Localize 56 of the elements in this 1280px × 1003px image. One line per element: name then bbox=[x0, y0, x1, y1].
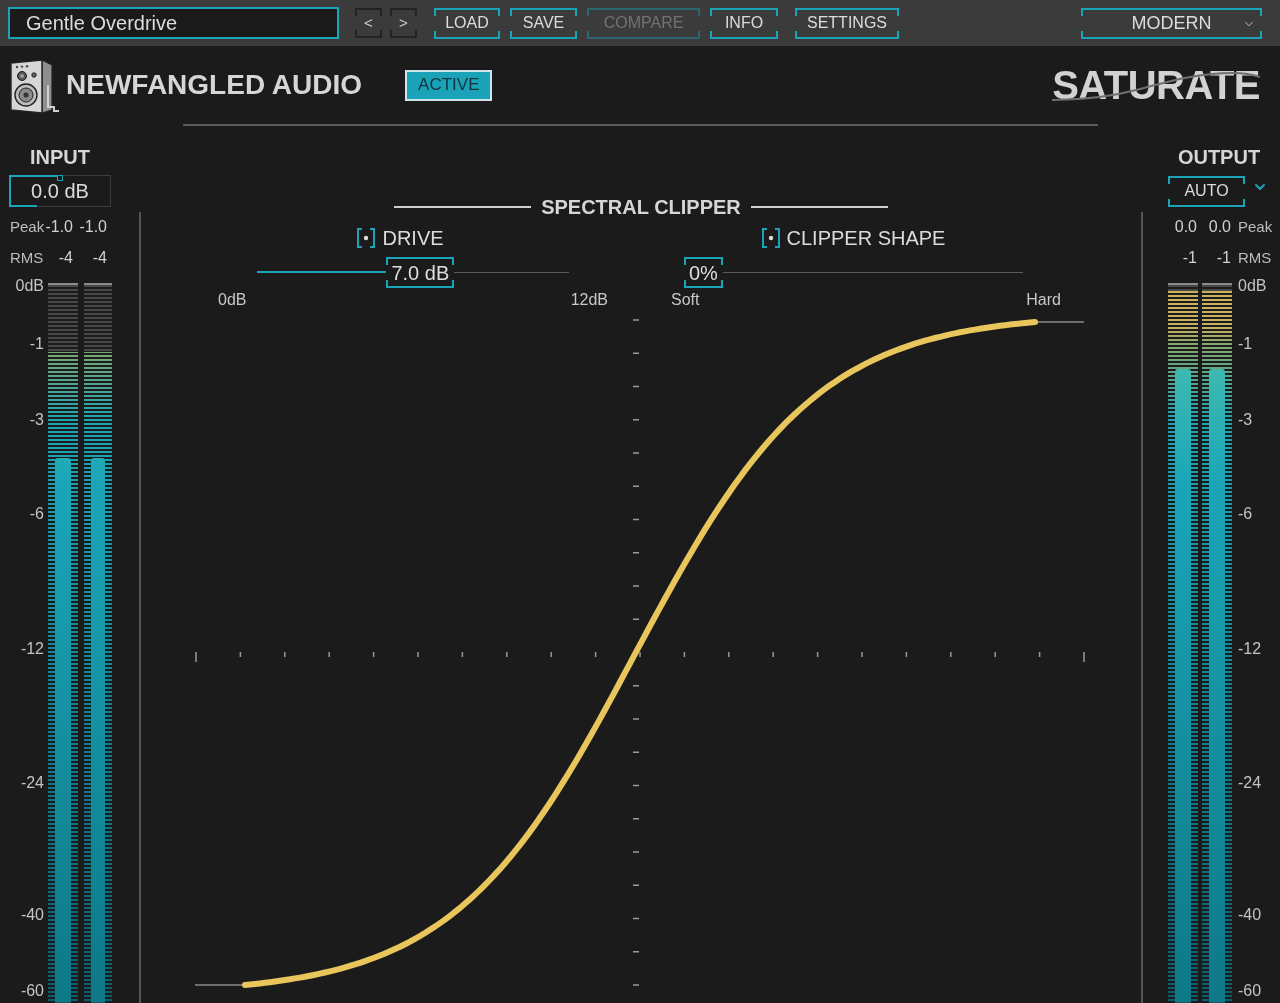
output-title: OUTPUT bbox=[1177, 145, 1261, 169]
nav-button[interactable]: > bbox=[390, 8, 417, 38]
input-gain-field[interactable]: 0.0 dB bbox=[9, 175, 111, 207]
meter-reading: -4 bbox=[91, 248, 107, 268]
range-min-label: 0dB bbox=[218, 290, 247, 310]
control-label: CLIPPER SHAPE bbox=[786, 226, 946, 251]
active-button[interactable]: ACTIVE bbox=[405, 69, 493, 101]
meter-reading: -1 bbox=[1215, 248, 1231, 268]
toolbar-button[interactable]: INFO bbox=[710, 7, 778, 39]
meter-scale-label: -24 bbox=[1238, 773, 1262, 793]
meter-scale-label: -60 bbox=[20, 981, 44, 1001]
meter-scale-label: -24 bbox=[20, 773, 44, 793]
bracketed-dot-icon[interactable] bbox=[356, 228, 377, 248]
section-title: SPECTRAL CLIPPER bbox=[541, 195, 741, 220]
meter-scale-label: -1 bbox=[1238, 334, 1253, 354]
meter-scale-label: -3 bbox=[29, 410, 44, 430]
toolbar-button[interactable]: SAVE bbox=[510, 7, 577, 39]
meter-scale-label: -6 bbox=[29, 504, 44, 524]
control-label: DRIVE bbox=[382, 226, 444, 251]
nav-button[interactable]: < bbox=[355, 8, 382, 38]
meter-reading: 0.0 bbox=[1173, 217, 1197, 237]
meter-reading: -1.0 bbox=[78, 217, 107, 237]
meter-scale-label: -1 bbox=[29, 334, 44, 354]
meter-scale-label: -60 bbox=[1238, 981, 1262, 1001]
slider-track[interactable]: 0% bbox=[684, 257, 1023, 288]
meter-scale-label: -3 bbox=[1238, 410, 1253, 430]
value-field[interactable]: 7.0 dB bbox=[386, 257, 455, 288]
meter-scale-label: -40 bbox=[20, 905, 44, 925]
meter-reading: -1.0 bbox=[44, 217, 73, 237]
bracketed-dot-icon[interactable] bbox=[760, 228, 781, 248]
brand-name: NEWFANGLED AUDIO bbox=[66, 68, 363, 102]
meter-scale-label: -12 bbox=[1238, 639, 1262, 659]
meter-reading: 0.0 bbox=[1207, 217, 1231, 237]
meter-scale-label: -12 bbox=[20, 639, 44, 659]
meter-reading: -1 bbox=[1181, 248, 1197, 268]
range-max-label: 12dB bbox=[570, 290, 608, 310]
product-logo: SATURATE bbox=[1052, 62, 1260, 109]
preset-name-field[interactable]: Gentle Overdrive bbox=[8, 7, 339, 39]
reading-label: Peak bbox=[1238, 216, 1273, 237]
input-title: INPUT bbox=[30, 145, 90, 169]
meter-scale-label: 0dB bbox=[1238, 276, 1267, 296]
slider-track[interactable]: 7.0 dB bbox=[257, 257, 569, 288]
meter-scale-label: -6 bbox=[1238, 504, 1253, 524]
output-mode-button[interactable]: AUTO bbox=[1168, 175, 1245, 207]
mode-dropdown[interactable]: MODERN bbox=[1081, 7, 1262, 39]
reading-label: Peak bbox=[10, 216, 44, 237]
toolbar-button[interactable]: SETTINGS bbox=[795, 7, 899, 39]
range-max-label: Hard bbox=[1026, 290, 1061, 310]
reading-label: RMS bbox=[10, 247, 44, 268]
value-field[interactable]: 0% bbox=[684, 257, 723, 288]
meter-reading: -4 bbox=[57, 248, 73, 268]
meter-scale-label: -40 bbox=[1238, 905, 1262, 925]
meter-scale-label: 0dB bbox=[15, 276, 44, 296]
reading-label: RMS bbox=[1238, 247, 1272, 268]
range-min-label: Soft bbox=[671, 290, 700, 310]
toolbar-button[interactable]: LOAD bbox=[434, 7, 500, 39]
